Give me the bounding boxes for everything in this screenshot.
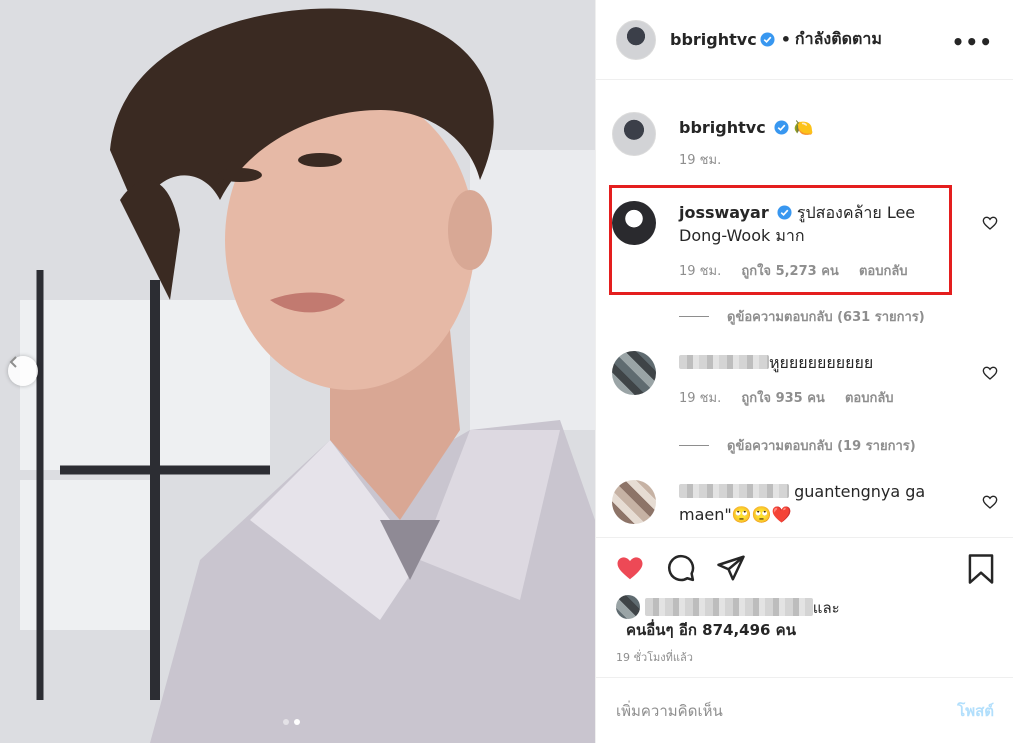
view-replies-label: ดูข้อความตอบกลับ (631 รายการ) [727,310,925,325]
verified-badge-icon [774,120,789,135]
comment-input[interactable]: เพิ่มความคิดเห็น [616,699,957,723]
post-side-panel: bbrightvc • กำลังติดตาม ••• bbrightvc 🍋 … [595,0,1013,743]
carousel-prev-button[interactable] [8,356,38,386]
follow-status-button[interactable]: กำลังติดตาม [795,27,882,52]
comment-time: 19 ชม. [679,391,722,406]
caption-time: 19 ชม. [679,153,722,168]
reply-button[interactable]: ตอบกลับ [859,264,908,279]
caption-emoji: 🍋 [793,118,814,137]
comment-time: 19 ชม. [679,264,722,279]
avatar[interactable] [616,595,640,619]
more-options-icon[interactable]: ••• [952,30,993,54]
blurred-liker-name[interactable] [644,598,813,616]
comment-likes[interactable]: ถูกใจ 5,273 คน [741,264,838,279]
avatar[interactable] [612,351,656,395]
like-comment-heart-icon[interactable] [982,494,998,510]
comment-text-continued: maen"🙄🙄❤️ [679,505,792,524]
reply-button[interactable]: ตอบกลับ [845,391,894,406]
post-timestamp[interactable]: 19 ชั่วโมงที่แล้ว [616,648,693,666]
carousel-dot-active[interactable] [294,719,300,725]
chevron-left-icon [9,356,17,368]
share-icon[interactable] [716,553,746,583]
like-comment-heart-icon[interactable] [982,215,998,231]
comment-username[interactable]: josswayar [679,203,769,222]
like-comment-heart-icon[interactable] [982,365,998,381]
view-replies-button[interactable]: ดูข้อความตอบกลับ (631 รายการ) [679,306,925,327]
bookmark-icon[interactable] [966,553,996,585]
view-replies-label: ดูข้อความตอบกลับ (19 รายการ) [727,439,916,454]
likes-others[interactable]: คนอื่นๆ อีก 874,496 คน [626,621,796,639]
view-replies-button[interactable]: ดูข้อความตอบกลับ (19 รายการ) [679,435,916,456]
header-separator: • [780,30,791,49]
add-comment-bar: เพิ่มความคิดเห็น โพสต์ [596,677,1013,743]
carousel-dots [283,719,300,725]
header-username[interactable]: bbrightvc [670,30,757,49]
action-bar [596,537,1013,598]
blurred-username[interactable] [679,355,769,369]
portrait-image [0,0,595,743]
avatar[interactable] [612,480,656,524]
post-button[interactable]: โพสต์ [957,699,994,723]
like-heart-icon[interactable] [614,553,646,583]
avatar[interactable] [612,201,656,245]
comments-list: bbrightvc 🍋 19 ชม. josswayar รูปสองคล้าย… [596,81,1013,537]
post-header: bbrightvc • กำลังติดตาม ••• [596,0,1013,80]
likes-suffix: และ [812,599,840,617]
post-photo[interactable] [0,0,595,743]
avatar[interactable] [612,112,656,156]
verified-badge-icon [760,32,775,47]
comment-icon[interactable] [666,553,696,583]
caption-username[interactable]: bbrightvc [679,118,766,137]
comment-text: guantengnya ga [794,482,926,501]
blurred-username[interactable] [679,484,789,498]
comment-likes[interactable]: ถูกใจ 935 คน [741,391,824,406]
carousel-dot[interactable] [283,719,289,725]
likes-summary: และ คนอื่นๆ อีก 874,496 คน [616,595,993,641]
avatar[interactable] [616,19,656,60]
comment-text: หูยยยยยยยยยย [769,353,874,372]
verified-badge-icon [777,205,792,220]
